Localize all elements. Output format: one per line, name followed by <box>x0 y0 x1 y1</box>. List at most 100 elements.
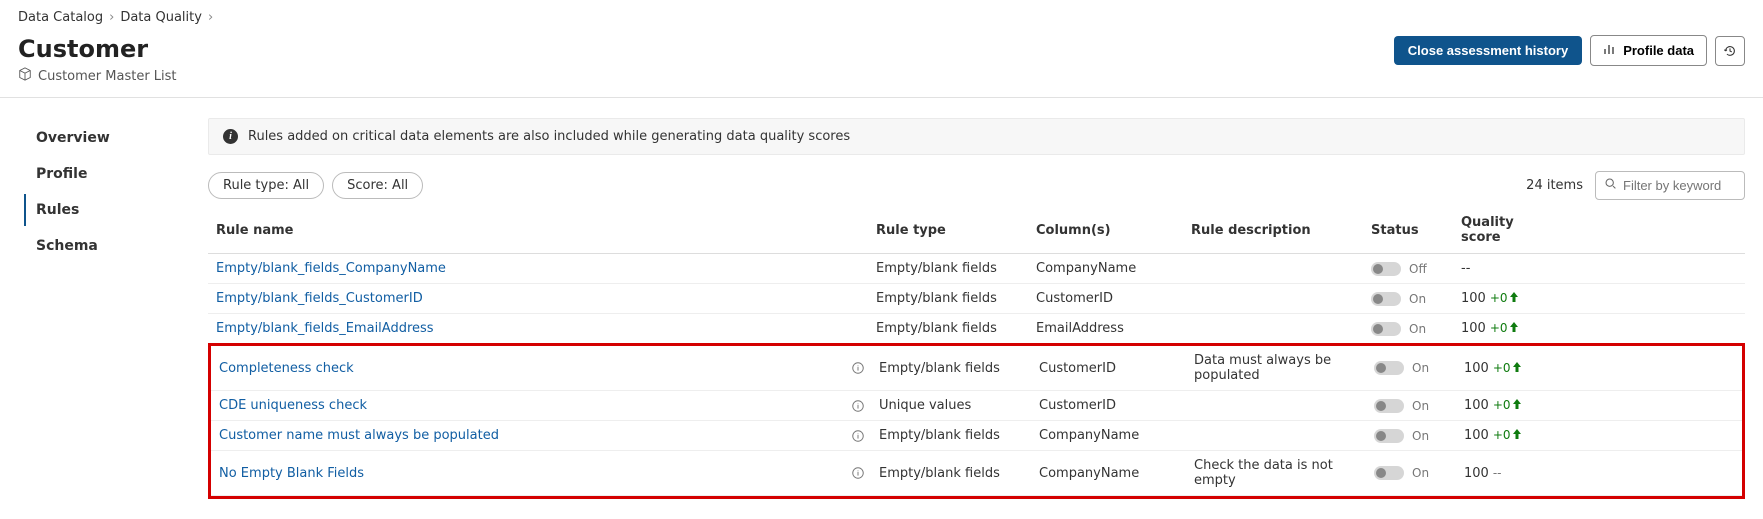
sidebar-item-overview[interactable]: Overview <box>24 122 190 154</box>
table-row: No Empty Blank FieldsEmpty/blank fieldsC… <box>211 451 1742 496</box>
status-toggle[interactable] <box>1374 361 1404 375</box>
status-label: Off <box>1409 262 1427 276</box>
profile-data-label: Profile data <box>1623 43 1694 58</box>
status-label: On <box>1409 292 1426 306</box>
rule-description: Check the data is not empty <box>1194 458 1374 488</box>
col-header-columns[interactable]: Column(s) <box>1036 223 1191 238</box>
col-header-name[interactable]: Rule name <box>216 223 876 238</box>
info-icon[interactable] <box>851 399 865 413</box>
chevron-right-icon: › <box>109 10 114 25</box>
status-toggle[interactable] <box>1371 322 1401 336</box>
rule-type: Empty/blank fields <box>876 321 1036 336</box>
rule-name-link[interactable]: Empty/blank_fields_EmailAddress <box>216 321 434 336</box>
bar-chart-icon <box>1603 42 1617 59</box>
score-delta: +0 <box>1493 361 1521 375</box>
breadcrumb-item-data-quality[interactable]: Data Quality <box>120 10 202 25</box>
score-value: 100 <box>1464 398 1489 413</box>
page-subtitle: Customer Master List <box>38 69 177 84</box>
table-row: Empty/blank_fields_CustomerID Empty/blank… <box>208 284 1745 314</box>
rule-name-link[interactable]: Customer name must always be populated <box>219 428 499 443</box>
score-value: 100 <box>1461 321 1486 336</box>
arrow-up-icon <box>1510 291 1518 305</box>
status-label: On <box>1412 429 1429 443</box>
filter-rule-type-value: All <box>293 178 309 193</box>
col-header-type[interactable]: Rule type <box>876 223 1036 238</box>
filter-score-label: Score: <box>347 178 392 193</box>
score-value: 100 <box>1464 361 1489 376</box>
rule-type: Empty/blank fields <box>879 361 1039 376</box>
rule-description: Data must always be populated <box>1194 353 1374 383</box>
status-label: On <box>1412 361 1429 375</box>
quality-score: 100 +0 <box>1464 361 1544 376</box>
status-toggle[interactable] <box>1374 429 1404 443</box>
rule-type: Empty/blank fields <box>879 428 1039 443</box>
arrow-up-icon <box>1513 361 1521 375</box>
table-row: Customer name must always be populated Em… <box>211 421 1742 451</box>
status-toggle[interactable] <box>1371 262 1401 276</box>
quality-score: 100+0 <box>1461 321 1541 336</box>
rule-type: Empty/blank fields <box>876 291 1036 306</box>
sidebar: Overview Profile Rules Schema <box>0 98 190 499</box>
table-row: Completeness check Empty/blank fieldsCust… <box>211 346 1742 391</box>
rule-name-link[interactable]: CDE uniqueness check <box>219 398 367 413</box>
col-header-score[interactable]: Quality score <box>1461 215 1541 245</box>
info-icon[interactable] <box>851 466 865 480</box>
filter-rule-type[interactable]: Rule type: All <box>208 172 324 199</box>
breadcrumb-item-data-catalog[interactable]: Data Catalog <box>18 10 103 25</box>
sidebar-item-profile[interactable]: Profile <box>24 158 190 190</box>
rules-table: Rule name Rule type Column(s) Rule descr… <box>208 208 1745 499</box>
score-value: -- <box>1461 261 1470 276</box>
info-icon: i <box>223 129 238 144</box>
quality-score: 100-- <box>1464 466 1544 481</box>
rule-columns: EmailAddress <box>1036 321 1191 336</box>
info-icon[interactable] <box>851 361 865 375</box>
search-icon <box>1604 177 1617 194</box>
score-delta: -- <box>1493 466 1502 480</box>
sidebar-item-rules[interactable]: Rules <box>24 194 190 226</box>
rule-name-link[interactable]: Completeness check <box>219 361 354 376</box>
col-header-description[interactable]: Rule description <box>1191 223 1371 238</box>
breadcrumb: Data Catalog › Data Quality › <box>18 10 1745 25</box>
close-assessment-history-button[interactable]: Close assessment history <box>1394 36 1582 65</box>
items-count: 24 items <box>1526 178 1583 193</box>
rule-type: Empty/blank fields <box>876 261 1036 276</box>
search-box[interactable] <box>1595 171 1745 200</box>
status-label: On <box>1412 399 1429 413</box>
search-input[interactable] <box>1623 178 1736 193</box>
history-icon-button[interactable] <box>1715 36 1745 66</box>
profile-data-button[interactable]: Profile data <box>1590 35 1707 66</box>
filter-score-value: All <box>392 178 408 193</box>
col-header-status[interactable]: Status <box>1371 223 1461 238</box>
filter-score[interactable]: Score: All <box>332 172 423 199</box>
rule-columns: CompanyName <box>1036 261 1191 276</box>
info-icon[interactable] <box>851 429 865 443</box>
table-row: Empty/blank_fields_CompanyName Empty/blan… <box>208 254 1745 284</box>
status-label: On <box>1409 322 1426 336</box>
rule-columns: CustomerID <box>1039 398 1194 413</box>
quality-score: 100 +0 <box>1464 398 1544 413</box>
status-toggle[interactable] <box>1374 399 1404 413</box>
status-toggle[interactable] <box>1371 292 1401 306</box>
status-toggle[interactable] <box>1374 466 1404 480</box>
filter-rule-type-label: Rule type: <box>223 178 293 193</box>
quality-score: 100+0 <box>1464 428 1544 443</box>
rule-columns: CustomerID <box>1036 291 1191 306</box>
sidebar-item-schema[interactable]: Schema <box>24 230 190 262</box>
score-delta: +0 <box>1493 398 1521 412</box>
score-delta: +0 <box>1490 291 1518 305</box>
quality-score: 100 +0 <box>1461 291 1541 306</box>
info-banner: i Rules added on critical data elements … <box>208 118 1745 155</box>
score-value: 100 <box>1461 291 1486 306</box>
rule-type: Empty/blank fields <box>879 466 1039 481</box>
rule-columns: CustomerID <box>1039 361 1194 376</box>
arrow-up-icon <box>1510 321 1518 335</box>
page-title: Customer <box>18 35 177 63</box>
rule-columns: CompanyName <box>1039 466 1194 481</box>
rule-name-link[interactable]: Empty/blank_fields_CompanyName <box>216 261 446 276</box>
info-banner-text: Rules added on critical data elements ar… <box>248 129 850 144</box>
rule-type: Unique values <box>879 398 1039 413</box>
rule-name-link[interactable]: No Empty Blank Fields <box>219 466 364 481</box>
score-value: 100 <box>1464 428 1489 443</box>
highlighted-rules-group: Completeness checkEmpty/blank fieldsCust… <box>208 343 1745 499</box>
rule-name-link[interactable]: Empty/blank_fields_CustomerID <box>216 291 423 306</box>
